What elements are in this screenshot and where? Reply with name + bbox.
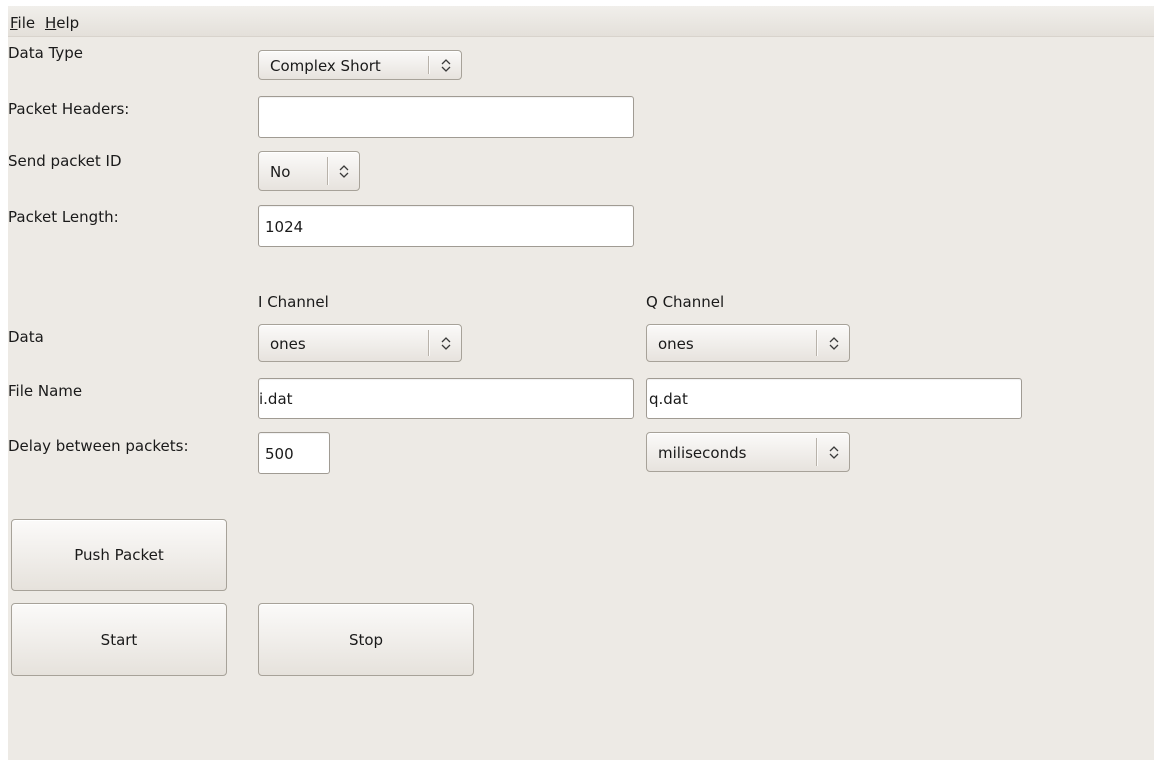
updown-arrow-icon [829,446,839,459]
data-type-value: Complex Short [270,57,381,75]
i-data-value: ones [270,335,306,353]
combo-separator [428,56,430,74]
i-channel-header: I Channel [258,293,329,311]
file-label-rest: ile [17,14,36,32]
packet-length-field[interactable]: 1024 [258,205,634,247]
stop-button[interactable]: Stop [258,603,474,676]
menu-bar: File Help [8,6,1154,37]
file-mnemonic: F [10,14,18,32]
push-packet-button[interactable]: Push Packet [11,519,227,591]
file-name-label: File Name [8,382,83,400]
q-data-value: ones [658,335,694,353]
i-file-value: i.dat [259,390,293,408]
delay-unit-value: miliseconds [658,444,747,462]
i-file-field[interactable]: i.dat [258,378,634,419]
help-mnemonic: H [45,14,57,32]
app-window: File Help Data Type Complex Short Packet… [8,6,1154,760]
i-data-combo[interactable]: ones [258,324,462,362]
q-file-field[interactable]: q.dat [646,378,1022,419]
send-packet-id-combo[interactable]: No [258,151,360,191]
data-type-label: Data Type [8,44,84,62]
q-channel-header: Q Channel [646,293,725,311]
packet-headers-label: Packet Headers: [8,100,130,118]
data-label: Data [8,328,44,346]
updown-arrow-icon [441,59,451,72]
updown-arrow-icon [441,337,451,350]
delay-unit-combo[interactable]: miliseconds [646,432,850,472]
combo-separator [816,330,818,356]
delay-value: 500 [265,445,294,463]
push-packet-label: Push Packet [74,546,164,564]
stop-label: Stop [348,630,384,649]
updown-arrow-icon [339,165,349,178]
combo-separator [327,157,329,185]
data-type-combo[interactable]: Complex Short [258,50,462,80]
send-packet-id-label: Send packet ID [8,152,122,170]
q-file-value: q.dat [649,390,688,408]
packet-length-value: 1024 [265,218,304,236]
delay-field[interactable]: 500 [258,432,330,474]
packet-headers-field[interactable] [258,96,634,138]
combo-separator [816,438,818,466]
q-data-combo[interactable]: ones [646,324,850,362]
combo-separator [428,330,430,356]
menu-file[interactable]: File [10,14,35,32]
start-label: Start [100,630,138,649]
start-button[interactable]: Start [11,603,227,676]
delay-label: Delay between packets: [8,437,189,455]
help-label-rest: elp [56,14,80,32]
menu-help[interactable]: Help [45,14,79,32]
packet-length-label: Packet Length: [8,208,119,226]
send-packet-id-value: No [270,163,291,181]
updown-arrow-icon [829,337,839,350]
